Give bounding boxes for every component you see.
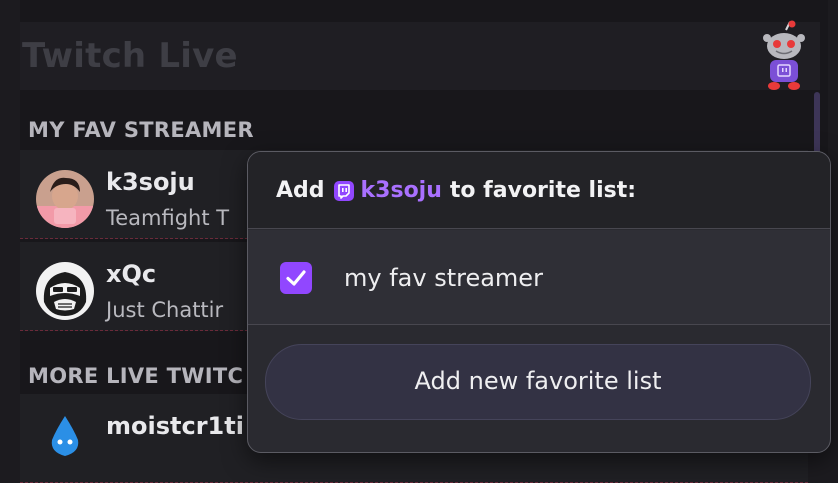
favorite-list-item[interactable]: my fav streamer	[248, 230, 830, 325]
add-new-favorite-list-label: Add new favorite list	[414, 367, 662, 395]
section-label-favorites: MY FAV STREAMER	[28, 118, 254, 142]
avatar	[36, 412, 94, 470]
twitch-icon	[333, 180, 355, 202]
streamer-name: xQc	[106, 260, 157, 288]
streamer-name: k3soju	[106, 168, 195, 196]
streamer-name: moistcr1ti	[106, 412, 244, 440]
popover-title-prefix: Add	[276, 178, 325, 203]
popover-title: Add k3soju to favorite list:	[276, 178, 636, 203]
streamer-game: Just Chattir	[106, 298, 224, 322]
avatar	[36, 170, 94, 228]
add-favorite-popover: Add k3soju to favorite list: my fav stre…	[247, 151, 831, 453]
app-title: Twitch Live	[22, 36, 238, 76]
avatar	[36, 262, 94, 320]
streamer-game: Teamfight T	[106, 206, 230, 230]
popover-title-suffix: to favorite list:	[449, 178, 637, 203]
section-label-more-live: MORE LIVE TWITC	[28, 364, 244, 388]
add-new-favorite-list-button[interactable]: Add new favorite list	[265, 344, 811, 420]
popover-streamer-name[interactable]: k3soju	[361, 178, 442, 203]
popover-header: Add k3soju to favorite list:	[248, 152, 830, 229]
favorite-list-label: my fav streamer	[344, 264, 543, 292]
checkmark-icon	[286, 270, 306, 286]
mascot-icon	[763, 20, 805, 90]
favorite-list-checkbox[interactable]	[280, 262, 312, 294]
